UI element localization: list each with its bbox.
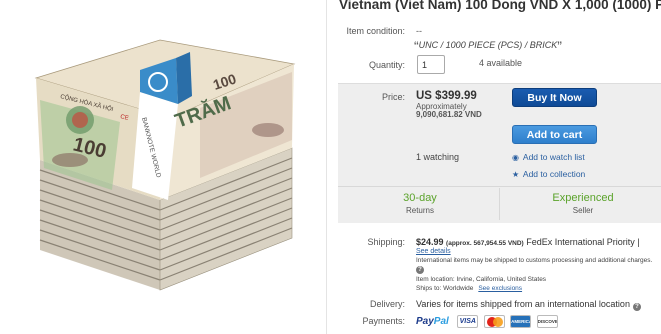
delivery-text: Varies for items shipped from an interna… bbox=[416, 299, 630, 309]
add-to-watch-list-link[interactable]: ◉ Add to watch list bbox=[512, 152, 585, 162]
add-to-collection-link[interactable]: ★ Add to collection bbox=[512, 169, 585, 179]
delivery-info: Varies for items shipped from an interna… bbox=[416, 299, 641, 311]
close-quote: ” bbox=[557, 38, 562, 54]
listing-details: Vietnam (Viet Nam) 100 Dong VND X 1,000 … bbox=[327, 0, 661, 334]
buy-it-now-button[interactable]: Buy It Now bbox=[512, 88, 597, 107]
amex-card-icon: AMERICAN EXPRESS bbox=[510, 315, 532, 329]
add-to-cart-button[interactable]: Add to cart bbox=[512, 125, 597, 144]
mastercard-icon bbox=[483, 315, 505, 329]
condition-description-text: UNC / 1000 PIECE (PCS) / BRICK bbox=[418, 40, 558, 50]
see-exclusions-link[interactable]: See exclusions bbox=[478, 285, 522, 292]
payment-methods: PayPal VISA AMERICAN EXPRESS DISCOVER bbox=[416, 313, 559, 329]
item-location: Item location: Irvine, California, Unite… bbox=[416, 276, 547, 283]
see-details-link[interactable]: See details bbox=[416, 248, 451, 255]
payments-label: Payments: bbox=[362, 316, 405, 326]
returns-badge-title: 30-day bbox=[403, 192, 437, 204]
visa-card-icon: VISA bbox=[457, 315, 479, 329]
buy-box-divider bbox=[338, 186, 661, 187]
ships-to-text: Ships to: Worldwide bbox=[416, 285, 474, 292]
watching-count: 1 watching bbox=[416, 152, 460, 162]
quantity-label: Quantity: bbox=[368, 60, 405, 70]
shipping-converted: (approx. 567,954.55 VND) bbox=[446, 240, 524, 247]
quantity-input[interactable] bbox=[417, 55, 445, 74]
international-note: International items may be shipped to cu… bbox=[416, 257, 653, 264]
shipping-label: Shipping: bbox=[367, 237, 405, 247]
price-converted: 9,090,681.82 VND bbox=[416, 110, 482, 119]
banknote-brick-image: CỘNG HÒA XÃ HỘI 100 TRĂM 100 CE BANKNOTE… bbox=[34, 39, 296, 291]
ships-to-line: Ships to: Worldwide See exclusions bbox=[416, 285, 522, 292]
listing-title: Vietnam (Viet Nam) 100 Dong VND X 1,000 … bbox=[339, 0, 661, 12]
question-circle-icon[interactable]: ? bbox=[632, 303, 641, 311]
add-to-watch-list-label: Add to watch list bbox=[522, 152, 585, 162]
shipping-price: $24.99 bbox=[416, 237, 444, 247]
condition-description: “UNC / 1000 PIECE (PCS) / BRICK” bbox=[414, 35, 562, 54]
shipping-service: FedEx International Priority | bbox=[526, 237, 640, 247]
open-quote: “ bbox=[414, 38, 419, 54]
question-circle-icon[interactable]: ? bbox=[416, 266, 424, 274]
returns-badge-sub: Returns bbox=[405, 206, 434, 215]
price-label: Price: bbox=[381, 92, 405, 102]
shipping-info: $24.99 (approx. 567,954.55 VND) FedEx In… bbox=[416, 237, 640, 247]
star-icon: ★ bbox=[512, 170, 520, 179]
discover-card-icon: DISCOVER bbox=[536, 315, 558, 329]
delivery-label: Delivery: bbox=[369, 299, 405, 309]
paypal-logo-a: Pay bbox=[416, 316, 434, 328]
price-amount: US $399.99 bbox=[416, 90, 477, 102]
paypal-logo-b: Pal bbox=[433, 316, 449, 328]
product-image-pane[interactable]: CỘNG HÒA XÃ HỘI 100 TRĂM 100 CE BANKNOTE… bbox=[0, 0, 327, 334]
add-to-collection-label: Add to collection bbox=[522, 169, 586, 179]
paypal-logo: PayPal bbox=[416, 316, 449, 327]
badges-divider bbox=[499, 188, 500, 220]
condition-label: Item condition: bbox=[346, 26, 405, 36]
seller-badge-title: Experienced bbox=[552, 192, 614, 204]
quantity-available: 4 available bbox=[479, 58, 523, 68]
seller-badge-sub: Seller bbox=[572, 206, 594, 215]
eye-icon: ◉ bbox=[512, 153, 519, 162]
